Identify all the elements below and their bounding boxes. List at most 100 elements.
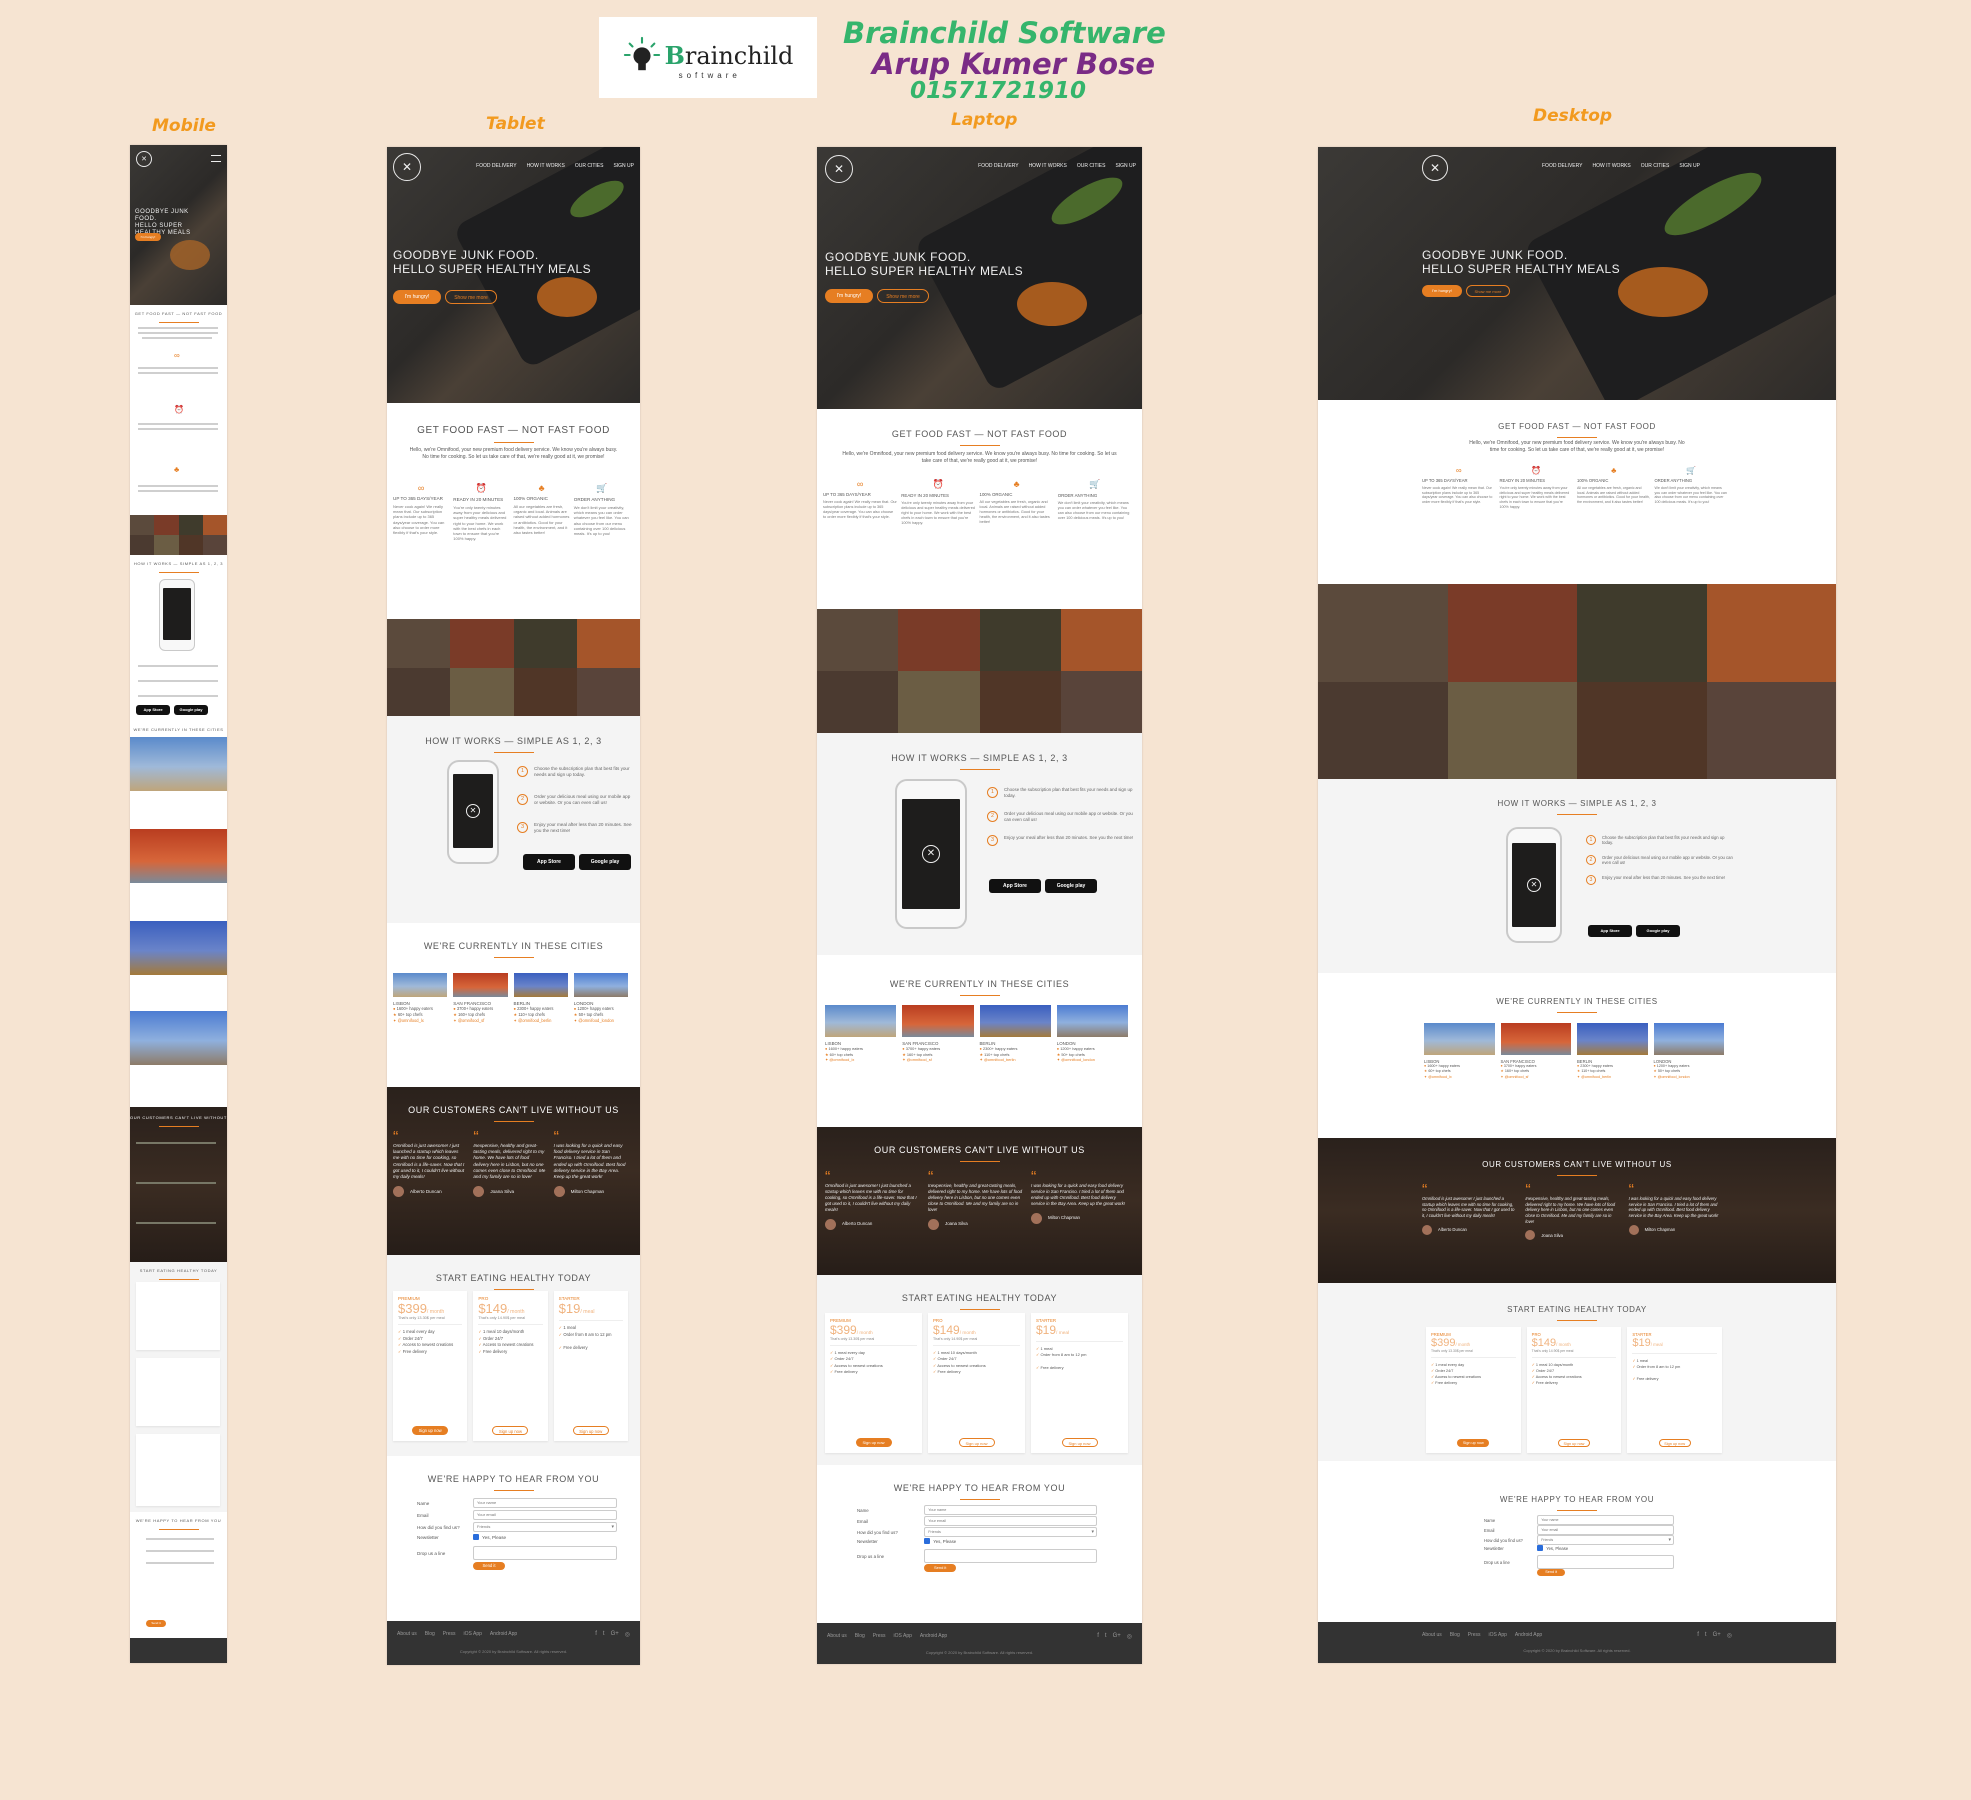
name-input[interactable]: Your name — [1537, 1515, 1674, 1525]
app-store-badge[interactable]: App Store — [989, 879, 1041, 893]
newsletter-checkbox[interactable]: Yes, Please — [1537, 1545, 1568, 1551]
facebook-icon[interactable]: f — [1697, 1632, 1699, 1639]
city-handle-link[interactable]: @omnifood_berlin — [984, 1057, 1016, 1062]
city-twitter[interactable]: ✦ @omnifood_london — [1057, 1057, 1128, 1063]
newsletter-checkbox[interactable]: Yes, Please — [473, 1534, 506, 1540]
twitter-icon[interactable]: t — [603, 1631, 605, 1638]
footer-link[interactable]: Blog — [1450, 1632, 1460, 1638]
hungry-button[interactable]: I'm hungry! — [825, 289, 873, 303]
send-button[interactable]: Send it — [473, 1562, 505, 1570]
send-button[interactable]: Send it — [924, 1564, 957, 1572]
city-twitter[interactable]: ✦ @omnifood_sf — [453, 1018, 507, 1024]
city-handle-link[interactable]: @omnifood_berlin — [518, 1018, 551, 1023]
city-handle-link[interactable]: @omnifood_london — [1658, 1075, 1690, 1079]
plan-signup-button[interactable]: Sign up now — [1557, 1439, 1590, 1447]
name-input[interactable]: Your name — [924, 1505, 1097, 1515]
footer-link[interactable]: Android App — [1515, 1632, 1542, 1638]
footer-link[interactable]: Blog — [425, 1631, 435, 1637]
city-handle-link[interactable]: @omnifood_sf — [458, 1018, 484, 1023]
checkbox-icon[interactable] — [473, 1534, 479, 1540]
message-textarea[interactable] — [1537, 1555, 1674, 1569]
show-more-button[interactable]: Show me more — [445, 290, 497, 304]
footer-link[interactable]: iOS App — [894, 1633, 912, 1639]
email-input[interactable]: Your email — [473, 1510, 617, 1520]
city-twitter[interactable]: ✦ @omnifood_lx — [825, 1057, 896, 1063]
instagram-icon[interactable]: ◎ — [1727, 1632, 1732, 1639]
omnifood-logo[interactable]: ✕ — [136, 151, 152, 167]
plan-signup-button[interactable]: Sign up now — [1457, 1439, 1490, 1447]
city-handle-link[interactable]: @omnifood_sf — [907, 1057, 932, 1062]
city-handle-link[interactable]: @omnifood_sf — [1505, 1075, 1529, 1079]
plan-signup-button[interactable]: Sign up now — [492, 1426, 529, 1435]
google-plus-icon[interactable]: G+ — [1713, 1632, 1721, 1639]
email-input[interactable]: Your email — [924, 1516, 1097, 1526]
city-twitter[interactable]: ✦ @omnifood_berlin — [514, 1018, 568, 1024]
twitter-icon[interactable]: t — [1105, 1633, 1107, 1640]
nav-our-cities[interactable]: Our cities — [575, 163, 604, 169]
twitter-icon[interactable]: t — [1705, 1632, 1707, 1639]
footer-link[interactable]: About us — [827, 1633, 847, 1639]
city-handle-link[interactable]: @omnifood_lx — [1428, 1075, 1452, 1079]
chevron-down-icon[interactable]: ▾ — [611, 1523, 614, 1531]
google-plus-icon[interactable]: G+ — [611, 1631, 619, 1638]
show-more-button[interactable]: Show me more — [877, 289, 929, 303]
google-plus-icon[interactable]: G+ — [1113, 1633, 1121, 1640]
city-handle-link[interactable]: @omnifood_lx — [398, 1018, 424, 1023]
nav-our-cities[interactable]: Our cities — [1077, 163, 1106, 169]
find-us-select[interactable]: Friends ▾ — [473, 1522, 617, 1532]
mobile-hungry-button[interactable]: I'm hungry! — [135, 233, 161, 241]
omnifood-logo[interactable]: ✕ — [1422, 155, 1448, 181]
nav-sign-up[interactable]: Sign up — [1679, 163, 1700, 169]
google-play-badge[interactable]: Google play — [1636, 925, 1680, 937]
plan-signup-button[interactable]: Sign up now — [572, 1426, 609, 1435]
footer-link[interactable]: Android App — [920, 1633, 947, 1639]
plan-signup-button[interactable]: Sign up now — [412, 1426, 449, 1435]
city-handle-link[interactable]: @omnifood_lx — [829, 1057, 854, 1062]
city-twitter[interactable]: ✦ @omnifood_london — [1654, 1075, 1725, 1080]
nav-how-it-works[interactable]: How it works — [1029, 163, 1067, 169]
footer-link[interactable]: Press — [873, 1633, 886, 1639]
nav-how-it-works[interactable]: How it works — [527, 163, 565, 169]
plan-signup-button[interactable]: Sign up now — [958, 1438, 995, 1447]
footer-link[interactable]: About us — [1422, 1632, 1442, 1638]
footer-link[interactable]: Press — [443, 1631, 456, 1637]
city-twitter[interactable]: ✦ @omnifood_berlin — [980, 1057, 1051, 1063]
city-twitter[interactable]: ✦ @omnifood_lx — [1424, 1075, 1495, 1080]
footer-link[interactable]: Blog — [855, 1633, 865, 1639]
name-input[interactable]: Your name — [473, 1498, 617, 1508]
nav-food-delivery[interactable]: Food Delivery — [1542, 163, 1582, 169]
newsletter-checkbox[interactable]: Yes, Please — [924, 1538, 956, 1544]
find-us-select[interactable]: Friends ▾ — [924, 1527, 1097, 1537]
facebook-icon[interactable]: f — [1097, 1633, 1099, 1640]
app-store-badge[interactable]: App Store — [1588, 925, 1632, 937]
city-twitter[interactable]: ✦ @omnifood_sf — [1501, 1075, 1572, 1080]
app-store-badge[interactable]: App Store — [136, 705, 170, 715]
google-play-badge[interactable]: Google play — [1045, 879, 1097, 893]
show-more-button[interactable]: Show me more — [1466, 285, 1510, 297]
chevron-down-icon[interactable]: ▾ — [1668, 1536, 1671, 1544]
omnifood-logo[interactable]: ✕ — [825, 155, 853, 183]
hungry-button[interactable]: I'm hungry! — [1422, 285, 1462, 297]
city-twitter[interactable]: ✦ @omnifood_berlin — [1577, 1075, 1648, 1080]
mobile-send-button[interactable]: Send it — [146, 1620, 166, 1627]
nav-food-delivery[interactable]: Food Delivery — [978, 163, 1018, 169]
instagram-icon[interactable]: ◎ — [625, 1631, 630, 1638]
checkbox-icon[interactable] — [1537, 1545, 1544, 1551]
send-button[interactable]: Send it — [1537, 1569, 1566, 1576]
nav-our-cities[interactable]: Our cities — [1641, 163, 1670, 169]
nav-sign-up[interactable]: Sign up — [1115, 163, 1136, 169]
nav-how-it-works[interactable]: How it works — [1592, 163, 1630, 169]
omnifood-logo[interactable]: ✕ — [393, 153, 421, 181]
footer-link[interactable]: About us — [397, 1631, 417, 1637]
app-store-badge[interactable]: App Store — [523, 854, 575, 870]
footer-link[interactable]: Press — [1468, 1632, 1481, 1638]
plan-signup-button[interactable]: Sign up now — [1658, 1439, 1691, 1447]
city-handle-link[interactable]: @omnifood_london — [578, 1018, 614, 1023]
city-twitter[interactable]: ✦ @omnifood_london — [574, 1018, 628, 1024]
instagram-icon[interactable]: ◎ — [1127, 1633, 1132, 1640]
message-textarea[interactable] — [473, 1546, 617, 1560]
facebook-icon[interactable]: f — [595, 1631, 597, 1638]
message-textarea[interactable] — [924, 1549, 1097, 1563]
plan-signup-button[interactable]: Sign up now — [1061, 1438, 1098, 1447]
footer-link[interactable]: Android App — [490, 1631, 517, 1637]
